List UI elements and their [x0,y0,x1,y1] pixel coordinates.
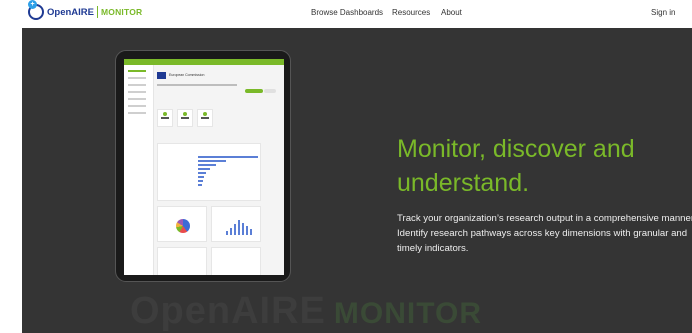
hero-description: Track your organization’s research outpu… [397,213,692,254]
dashboard-screenshot: European Commission [124,59,284,275]
preview-sidebar [124,65,154,275]
openaire-monitor-logo[interactable]: + OpenAIRE MONITOR [28,0,143,21]
preview-org-name: European Commission [169,73,205,77]
logo-brand-text: OpenAIRE [47,6,94,18]
top-navbar: + OpenAIRE MONITOR Browse Dashboards Res… [0,0,692,24]
eu-flag-icon [157,71,166,79]
tablet-preview-image: European Commission [115,50,291,282]
hero-watermark: OpenAIRE MONITOR [130,290,483,332]
nav-resources[interactable]: Resources [392,8,430,17]
sign-in-link[interactable]: Sign in [651,8,675,17]
openaire-logo-icon: + [28,0,44,20]
logo-product-text: MONITOR [100,7,143,17]
hero-headline: Monitor, discover and understand. [397,135,635,197]
nav-about[interactable]: About [441,8,462,17]
logo-divider [96,6,98,18]
nav-browse-dashboards[interactable]: Browse Dashboards [311,8,383,17]
hero-section: OpenAIRE MONITOR European Commission Mon… [22,28,692,333]
